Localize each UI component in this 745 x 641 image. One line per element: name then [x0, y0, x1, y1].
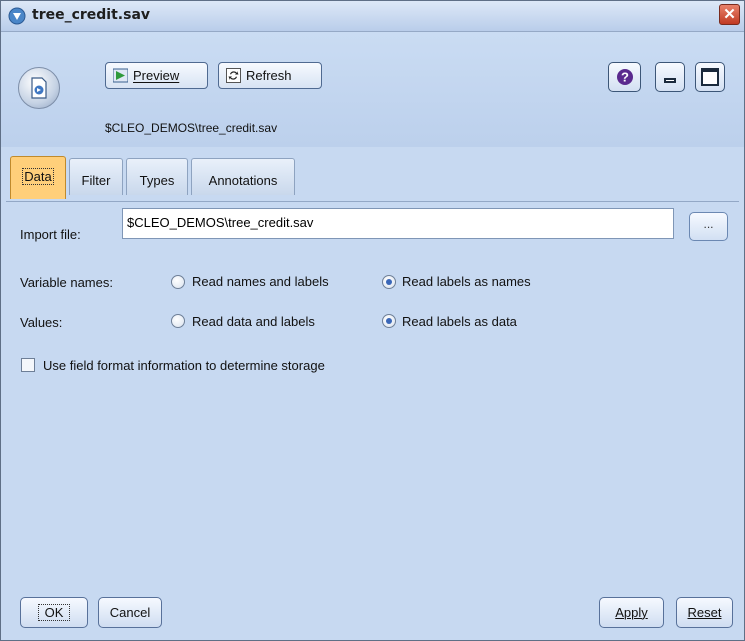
- data-tab-panel: Import file: $CLEO_DEMOS\tree_credit.sav…: [6, 201, 739, 593]
- maximize-icon: [701, 68, 719, 86]
- radio-read-labels-as-names[interactable]: [382, 275, 396, 289]
- minimize-icon: [664, 78, 676, 83]
- node-header: Preview Refresh ? $CLEO_DEMOS\tree_credi…: [1, 32, 744, 147]
- app-icon: [8, 7, 26, 25]
- minimize-button[interactable]: [655, 62, 685, 92]
- refresh-icon: [226, 68, 241, 83]
- cancel-button[interactable]: Cancel: [98, 597, 162, 628]
- tab-annotations[interactable]: Annotations: [191, 158, 295, 195]
- variable-names-label: Variable names:: [20, 275, 113, 290]
- field-format-label: Use field format information to determin…: [43, 358, 325, 373]
- ok-button[interactable]: OK: [20, 597, 88, 628]
- ok-label: OK: [37, 604, 71, 621]
- preview-button[interactable]: Preview: [105, 62, 208, 89]
- radio-read-names-and-labels[interactable]: [171, 275, 185, 289]
- tab-types-label: Types: [139, 173, 175, 188]
- preview-icon: [113, 68, 128, 83]
- radio-read-labels-as-data-label: Read labels as data: [402, 314, 517, 329]
- radio-read-labels-as-names-label: Read labels as names: [402, 274, 531, 289]
- browse-button[interactable]: ...: [689, 212, 728, 241]
- import-file-input[interactable]: $CLEO_DEMOS\tree_credit.sav: [122, 208, 674, 239]
- import-file-label: Import file:: [20, 227, 81, 242]
- radio-read-data-and-labels[interactable]: [171, 314, 185, 328]
- tab-bar: Data Filter Types Annotations: [1, 156, 744, 202]
- dialog-window: tree_credit.sav ✕ Preview Refresh ? $CLE…: [0, 0, 745, 641]
- refresh-label: Refresh: [246, 68, 292, 83]
- apply-button[interactable]: Apply: [599, 597, 664, 628]
- values-label: Values:: [20, 315, 63, 330]
- node-path-label: $CLEO_DEMOS\tree_credit.sav: [105, 121, 278, 135]
- radio-read-names-and-labels-label: Read names and labels: [192, 274, 329, 289]
- tab-filter[interactable]: Filter: [69, 158, 123, 195]
- refresh-button[interactable]: Refresh: [218, 62, 322, 89]
- radio-read-data-and-labels-label: Read data and labels: [192, 314, 315, 329]
- svg-text:?: ?: [621, 70, 629, 85]
- source-node-icon: [18, 67, 60, 109]
- title-bar: tree_credit.sav ✕: [1, 1, 744, 32]
- preview-label: Preview: [133, 68, 180, 83]
- tab-data-label: Data: [22, 168, 54, 185]
- close-icon: ✕: [723, 6, 736, 23]
- help-icon: ?: [617, 69, 633, 85]
- help-button[interactable]: ?: [608, 62, 641, 92]
- field-format-checkbox[interactable]: [21, 358, 35, 372]
- maximize-button[interactable]: [695, 62, 725, 92]
- reset-button[interactable]: Reset: [676, 597, 733, 628]
- tab-annotations-label: Annotations: [208, 173, 278, 188]
- tab-filter-label: Filter: [81, 173, 111, 188]
- tab-data[interactable]: Data: [10, 156, 66, 199]
- window-title: tree_credit.sav: [32, 7, 151, 23]
- radio-read-labels-as-data[interactable]: [382, 314, 396, 328]
- tab-types[interactable]: Types: [126, 158, 188, 195]
- close-button[interactable]: ✕: [719, 4, 740, 25]
